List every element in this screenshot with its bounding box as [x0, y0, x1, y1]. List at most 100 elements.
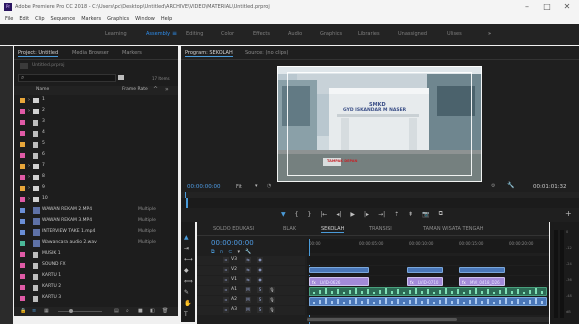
automate-icon[interactable]: ▤: [114, 308, 119, 314]
mute-icon[interactable]: M: [245, 307, 251, 313]
track-sync-icon[interactable]: ⇆: [245, 267, 251, 273]
timeline-wrench-icon[interactable]: 🔧: [245, 249, 251, 255]
menu-clip[interactable]: Clip: [34, 16, 45, 22]
workspace-color[interactable]: Color: [221, 31, 234, 37]
video-clip[interactable]: fx LVID-0626: [309, 277, 369, 286]
label-color-swatch[interactable]: [20, 98, 25, 103]
step-forward-icon[interactable]: |▸: [364, 211, 369, 218]
type-icon[interactable]: T: [184, 311, 188, 318]
label-color-swatch[interactable]: [20, 241, 25, 246]
track-header[interactable]: V3 ▫ ⇆ ◉: [197, 256, 305, 265]
nest-icon[interactable]: ⧉: [211, 249, 215, 255]
minimize-button[interactable]: –: [520, 2, 534, 12]
close-button[interactable]: ✕: [560, 2, 574, 12]
track-visibility-icon[interactable]: ◉: [257, 277, 263, 283]
snap-icon[interactable]: ∩: [220, 249, 224, 255]
label-color-swatch[interactable]: [20, 175, 25, 180]
label-color-swatch[interactable]: [20, 274, 25, 279]
lift-icon[interactable]: ⇡: [394, 211, 399, 218]
track-label[interactable]: A2: [231, 297, 237, 302]
razor-icon[interactable]: ◆: [184, 267, 189, 274]
project-item[interactable]: › 2: [14, 107, 178, 116]
mute-icon[interactable]: M: [245, 287, 251, 293]
tab-sequence[interactable]: BLAK: [283, 226, 296, 232]
go-to-out-icon[interactable]: →|: [378, 211, 385, 218]
track-lock-icon[interactable]: ▫: [223, 277, 229, 283]
label-color-swatch[interactable]: [20, 252, 25, 257]
expand-chevron-icon[interactable]: ›: [28, 185, 30, 191]
add-marker-icon[interactable]: ▾: [237, 249, 240, 255]
find-icon[interactable]: ⌕: [126, 308, 129, 314]
timeline-scrollbar[interactable]: [307, 317, 549, 322]
tab-media-browser[interactable]: Media Browser: [72, 50, 109, 56]
project-item[interactable]: KARTU 1: [14, 272, 178, 281]
expand-chevron-icon[interactable]: ›: [28, 196, 30, 202]
track-label[interactable]: V3: [231, 257, 237, 262]
solo-icon[interactable]: S: [257, 307, 263, 313]
track-lock-icon[interactable]: ▫: [223, 287, 229, 293]
project-item[interactable]: 6: [14, 151, 178, 160]
label-color-swatch[interactable]: [20, 219, 25, 224]
solo-icon[interactable]: S: [257, 287, 263, 293]
tab-source[interactable]: Source: (no clips): [245, 50, 288, 56]
scrub-playhead[interactable]: [186, 198, 188, 208]
zoom-slider-handle[interactable]: [69, 309, 73, 313]
monitor-scrub-bar[interactable]: [181, 198, 579, 208]
workspace-graphics[interactable]: Graphics: [320, 31, 342, 37]
new-bin-button-icon[interactable]: ■: [138, 308, 143, 314]
column-name[interactable]: Name: [36, 87, 49, 92]
play-icon[interactable]: ▶: [350, 211, 355, 218]
label-color-swatch[interactable]: [20, 263, 25, 268]
track-lock-icon[interactable]: ▫: [223, 297, 229, 303]
tab-sequence[interactable]: SOLDO EDUKASI: [213, 226, 254, 232]
tab-sequence[interactable]: TRANSISI: [369, 226, 392, 232]
project-item[interactable]: 3: [14, 118, 178, 127]
project-item[interactable]: SOUND FX: [14, 261, 178, 270]
timeline-scroll-thumb[interactable]: [307, 318, 457, 321]
lock-icon[interactable]: 🔒: [20, 308, 26, 314]
ripple-edit-icon[interactable]: ⟷: [184, 256, 193, 263]
sort-ascending-icon[interactable]: ^: [153, 86, 158, 93]
project-item[interactable]: Wawancara audio 2.wav Multiple: [14, 239, 178, 248]
timeline-timecode[interactable]: 00:00:00:00: [211, 239, 254, 247]
label-color-swatch[interactable]: [20, 197, 25, 202]
icon-view-icon[interactable]: ▦: [44, 308, 49, 314]
audio-clip[interactable]: [309, 287, 547, 296]
label-color-swatch[interactable]: [20, 186, 25, 191]
maximize-button[interactable]: □: [540, 2, 554, 12]
project-item[interactable]: › 10: [14, 195, 178, 204]
menu-edit[interactable]: Edit: [18, 16, 30, 22]
workspace-libraries[interactable]: Libraries: [358, 31, 380, 37]
new-bin-icon[interactable]: [118, 75, 124, 80]
track-label[interactable]: V1: [231, 277, 237, 282]
more-workspaces-icon[interactable]: »: [488, 31, 491, 37]
track-visibility-icon[interactable]: ◉: [257, 267, 263, 273]
workspace-learning[interactable]: Learning: [105, 31, 127, 37]
menu-graphics[interactable]: Graphics: [106, 16, 130, 22]
tab-program[interactable]: Program: SEKOLAH: [185, 50, 233, 57]
add-button-icon[interactable]: +: [565, 209, 572, 218]
project-item[interactable]: › 9: [14, 184, 178, 193]
label-color-swatch[interactable]: [20, 208, 25, 213]
project-item[interactable]: KARTU 2: [14, 283, 178, 292]
compare-icon[interactable]: ⧉: [439, 210, 443, 218]
label-color-swatch[interactable]: [20, 120, 25, 125]
tab-sequence[interactable]: SEKOLAH: [321, 226, 345, 233]
selection-icon[interactable]: ▲: [184, 234, 189, 241]
panel-menu-icon[interactable]: »: [165, 86, 169, 93]
project-item[interactable]: INTERVIEW TAKE 1.mp4 Multiple: [14, 228, 178, 237]
out-point-icon[interactable]: }: [307, 211, 311, 218]
video-clip[interactable]: fx MVI_0418_D26: [459, 277, 505, 286]
project-item[interactable]: › 7: [14, 162, 178, 171]
go-to-in-icon[interactable]: |←: [320, 211, 327, 218]
linked-selection-icon[interactable]: ⊂: [228, 249, 232, 255]
project-item[interactable]: KARTU 3: [14, 294, 178, 303]
column-frame-rate[interactable]: Frame Rate: [122, 87, 148, 92]
hand-icon[interactable]: ✋: [184, 300, 191, 307]
tab-markers[interactable]: Markers: [122, 50, 142, 56]
menu-markers[interactable]: Markers: [80, 16, 102, 22]
track-lock-icon[interactable]: ▫: [223, 257, 229, 263]
title-clip[interactable]: [407, 267, 443, 273]
track-sync-icon[interactable]: ⇆: [245, 257, 251, 263]
title-clip[interactable]: [309, 267, 369, 273]
